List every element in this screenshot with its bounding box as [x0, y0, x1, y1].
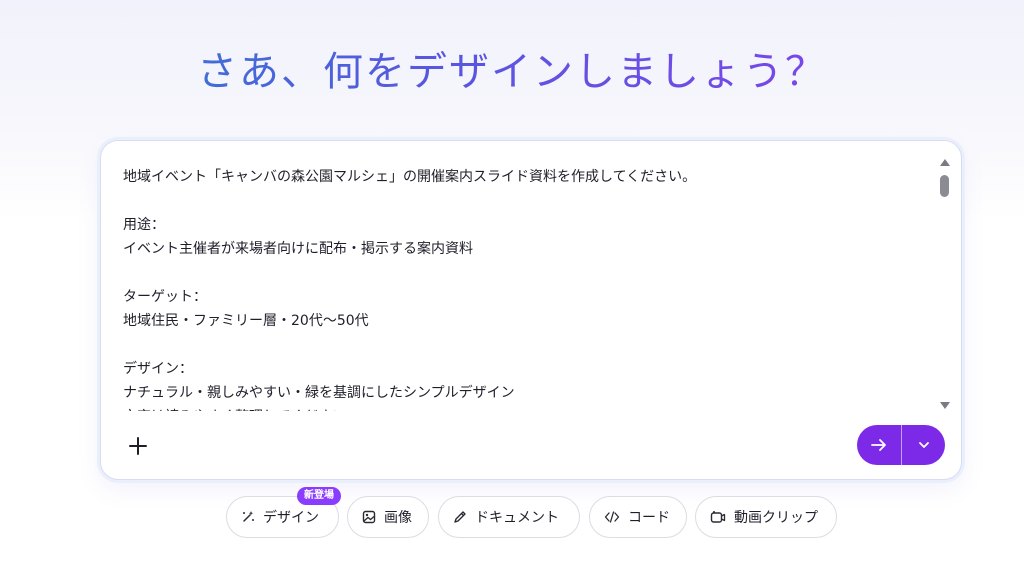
chip-design[interactable]: 新登場 デザイン — [226, 487, 341, 538]
scroll-down-arrow-icon[interactable] — [940, 402, 950, 409]
prompt-scrollbar[interactable] — [939, 157, 951, 409]
send-button-group — [857, 425, 945, 465]
chip-video-clip[interactable]: 動画クリップ — [695, 496, 837, 538]
send-options-button[interactable] — [902, 425, 945, 465]
arrow-right-icon — [871, 439, 886, 451]
new-badge: 新登場 — [297, 487, 341, 505]
add-button[interactable] — [123, 431, 153, 461]
prompt-input[interactable]: 地域イベント「キャンバの森公園マルシェ」の開催案内スライド資料を作成してください… — [123, 165, 923, 411]
quick-actions: 新登場 デザイン 画像 ドキュメント コード 動画クリップ — [0, 487, 1024, 538]
scroll-up-arrow-icon[interactable] — [940, 159, 950, 166]
code-icon — [604, 511, 620, 523]
chevron-down-icon — [918, 442, 929, 448]
pen-icon — [454, 511, 466, 523]
chip-document[interactable]: ドキュメント — [438, 496, 580, 538]
chip-label: 動画クリップ — [734, 510, 818, 526]
image-icon — [362, 510, 376, 524]
chip-label: 画像 — [384, 510, 412, 526]
scrollbar-thumb[interactable] — [940, 175, 949, 197]
plus-icon — [129, 437, 147, 455]
chip-label: コード — [628, 510, 670, 526]
page-title: さあ、何をデザインしましょう？ — [0, 44, 1024, 100]
send-button[interactable] — [857, 425, 902, 465]
chip-label: ドキュメント — [475, 510, 559, 526]
video-icon — [710, 511, 726, 523]
page: さあ、何をデザインしましょう？ 地域イベント「キャンバの森公園マルシェ」の開催案… — [0, 0, 1024, 576]
chip-image[interactable]: 画像 — [347, 496, 429, 538]
prompt-box: 地域イベント「キャンバの森公園マルシェ」の開催案内スライド資料を作成してください… — [100, 140, 962, 480]
chip-label: デザイン — [263, 510, 319, 526]
chip-code[interactable]: コード — [589, 496, 687, 538]
sparkle-icon — [243, 511, 254, 522]
